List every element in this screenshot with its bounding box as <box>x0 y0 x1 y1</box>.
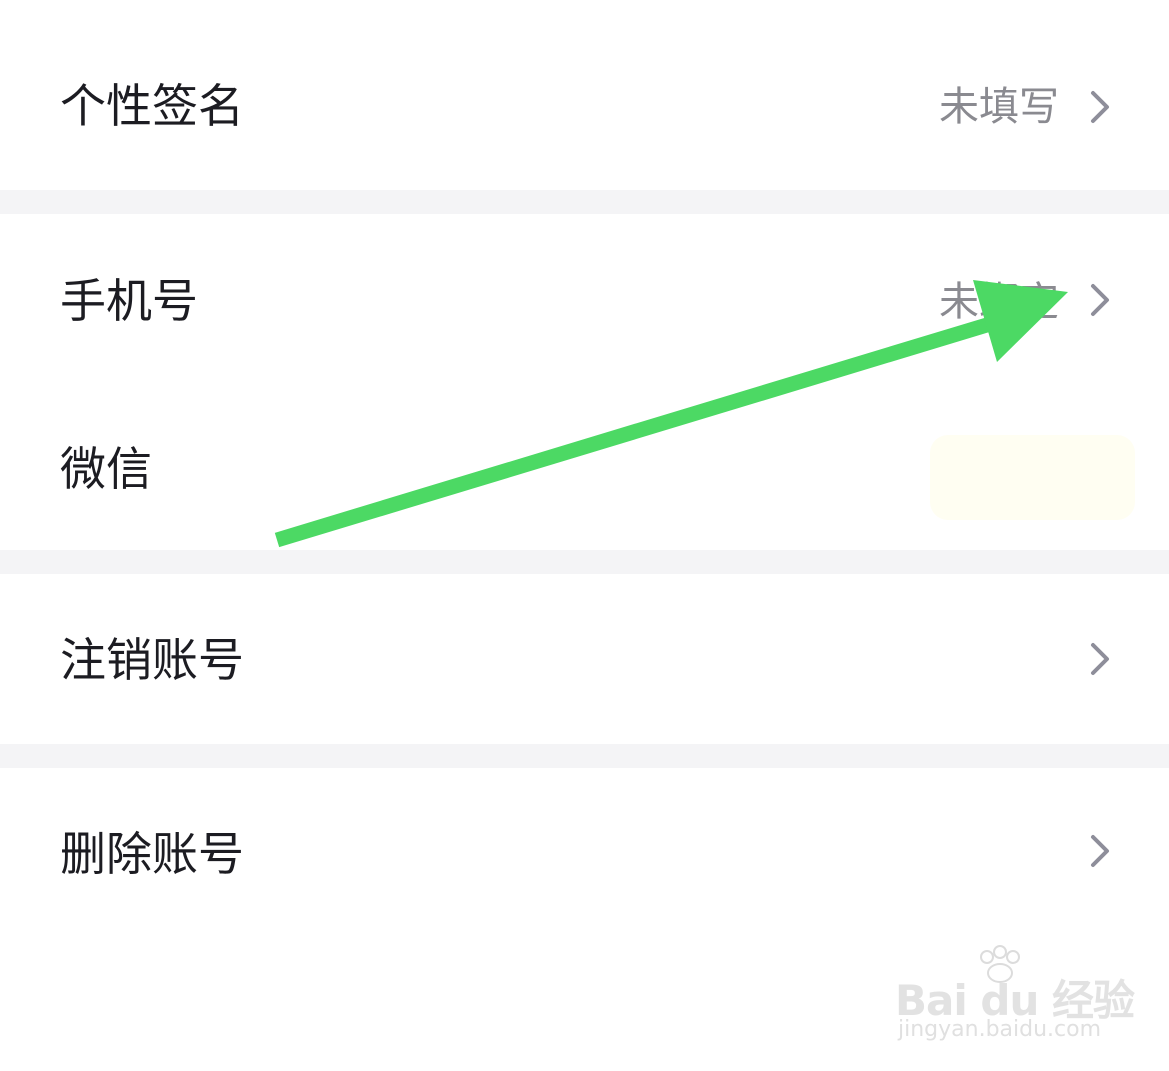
watermark-url: jingyan.baidu.com <box>898 1017 1102 1042</box>
section-divider <box>0 190 1169 214</box>
delete-account-label: 删除账号 <box>60 827 244 881</box>
chevron-right-icon <box>1091 643 1109 675</box>
chevron-right-icon <box>1091 91 1109 123</box>
delete-account-row[interactable]: 删除账号 <box>0 768 1169 938</box>
phone-label: 手机号 <box>60 274 198 328</box>
baidu-jingyan-watermark: Bai du 经验 jingyan.baidu.com <box>895 945 1135 1045</box>
section-divider <box>0 744 1169 768</box>
wechat-status-box <box>930 435 1135 520</box>
wechat-label: 微信 <box>60 442 152 496</box>
signature-row[interactable]: 个性签名 未填写 <box>0 0 1169 190</box>
phone-row[interactable]: 手机号 未绑定 <box>0 214 1169 384</box>
chevron-right-icon <box>1091 284 1109 316</box>
section-divider <box>0 550 1169 574</box>
phone-value: 未绑定 <box>939 279 1059 325</box>
deactivate-account-label: 注销账号 <box>60 633 244 687</box>
signature-label: 个性签名 <box>60 79 244 133</box>
chevron-right-icon <box>1091 835 1109 867</box>
signature-value: 未填写 <box>939 84 1059 130</box>
deactivate-account-row[interactable]: 注销账号 <box>0 574 1169 744</box>
